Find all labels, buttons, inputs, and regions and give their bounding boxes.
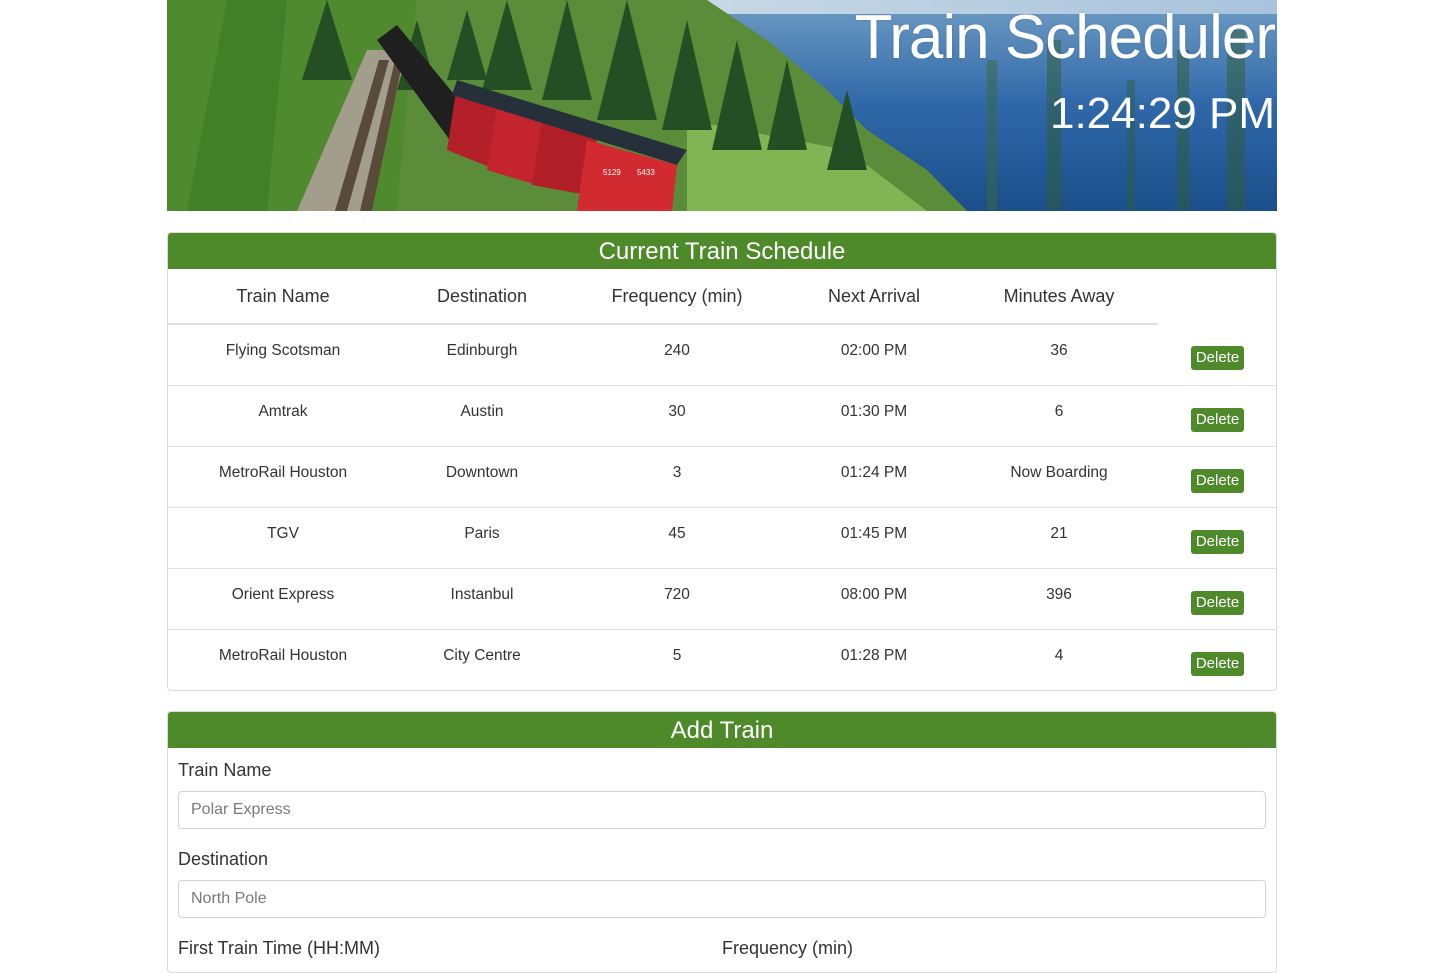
cell-minutes-away: 396 [960,568,1158,630]
cell-destination: Austin [398,385,566,447]
cell-train-name: Flying Scotsman [225,342,341,359]
cell-next-arrival: 02:00 PM [840,342,908,359]
cell-train-name: Orient Express [168,568,398,630]
page-container: 5129 5433 Train Scheduler 1:24:29 PM Cur… [167,0,1277,973]
schedule-card: Current Train Schedule Train Name Destin… [167,232,1277,691]
column-header-minutes-away: Minutes Away [960,269,1158,325]
cell-next-arrival: 01:28 PM [788,629,960,690]
cell-destination: Edinburgh [446,342,518,359]
cell-frequency: 3 [566,446,788,508]
train-name-label: Train Name [178,760,272,780]
first-train-time-group: First Train Time (HH:MM) [178,938,722,969]
cell-train-name: Amtrak [168,385,398,447]
cell-train-name: MetroRail Houston [168,629,398,690]
cell-actions: Delete [1158,507,1276,569]
delete-button[interactable]: Delete [1190,591,1245,615]
cell-minutes-away: 36 [1050,342,1068,359]
table-row: Flying Scotsman Edinburgh 240 02:00 PM 3… [168,324,1276,386]
delete-button[interactable]: Delete [1190,346,1245,370]
cell-destination: Instanbul [398,568,566,630]
cell-minutes-away: 6 [960,385,1158,447]
cell-actions: Delete [1158,629,1276,690]
column-header-destination: Destination [398,269,566,325]
schedule-header: Current Train Schedule [168,233,1276,269]
cell-next-arrival: 08:00 PM [788,568,960,630]
column-header-next-arrival: Next Arrival [788,269,960,325]
destination-label: Destination [178,849,269,869]
cell-frequency: 45 [566,507,788,569]
time-frequency-row: First Train Time (HH:MM) Frequency (min) [178,938,1266,969]
current-time-clock: 1:24:29 PM [1049,89,1275,138]
train-name-input[interactable] [178,791,1266,829]
cell-frequency: 240 [664,342,690,359]
cell-train-name: MetroRail Houston [168,446,398,508]
add-train-form: Train Name Destination First Train Time … [168,748,1276,969]
table-header-row: Train Name Destination Frequency (min) N… [168,269,1276,325]
cell-next-arrival: 01:24 PM [788,446,960,508]
delete-button[interactable]: Delete [1190,469,1245,493]
cell-next-arrival: 01:30 PM [788,385,960,447]
page-title: Train Scheduler [854,3,1276,72]
cell-actions: Delete [1158,568,1276,630]
cell-next-arrival: 01:45 PM [788,507,960,569]
table-row: TGV Paris 45 01:45 PM 21 Delete [168,507,1276,569]
delete-button[interactable]: Delete [1190,408,1245,432]
schedule-table: Train Name Destination Frequency (min) N… [168,269,1276,690]
cell-train-name: TGV [168,507,398,569]
add-train-header: Add Train [168,712,1276,748]
cell-destination: Paris [398,507,566,569]
cell-actions: Delete [1158,446,1276,508]
destination-input[interactable] [178,880,1266,918]
cell-minutes-away: 4 [960,629,1158,690]
delete-button[interactable]: Delete [1190,652,1245,676]
delete-button[interactable]: Delete [1190,530,1245,554]
table-row: Amtrak Austin 30 01:30 PM 6 Delete [168,385,1276,447]
table-row: Orient Express Instanbul 720 08:00 PM 39… [168,568,1276,630]
cell-minutes-away: 21 [960,507,1158,569]
cell-actions: Delete [1158,324,1276,386]
add-train-card: Add Train Train Name Destination First T… [167,711,1277,973]
cell-minutes-away: Now Boarding [960,446,1158,508]
train-number-2: 5433 [637,168,655,177]
column-header-train-name: Train Name [168,269,398,325]
column-header-actions [1158,269,1276,324]
frequency-group: Frequency (min) [722,938,1266,969]
table-row: MetroRail Houston City Centre 5 01:28 PM… [168,629,1276,690]
column-header-frequency: Frequency (min) [566,269,788,325]
cell-destination: Downtown [398,446,566,508]
cell-frequency: 30 [566,385,788,447]
header-banner: 5129 5433 Train Scheduler 1:24:29 PM [167,0,1277,211]
cell-actions: Delete [1158,385,1276,447]
cell-frequency: 5 [566,629,788,690]
cell-destination: City Centre [398,629,566,690]
train-number-1: 5129 [603,168,621,177]
cell-frequency: 720 [566,568,788,630]
table-row: MetroRail Houston Downtown 3 01:24 PM No… [168,446,1276,508]
